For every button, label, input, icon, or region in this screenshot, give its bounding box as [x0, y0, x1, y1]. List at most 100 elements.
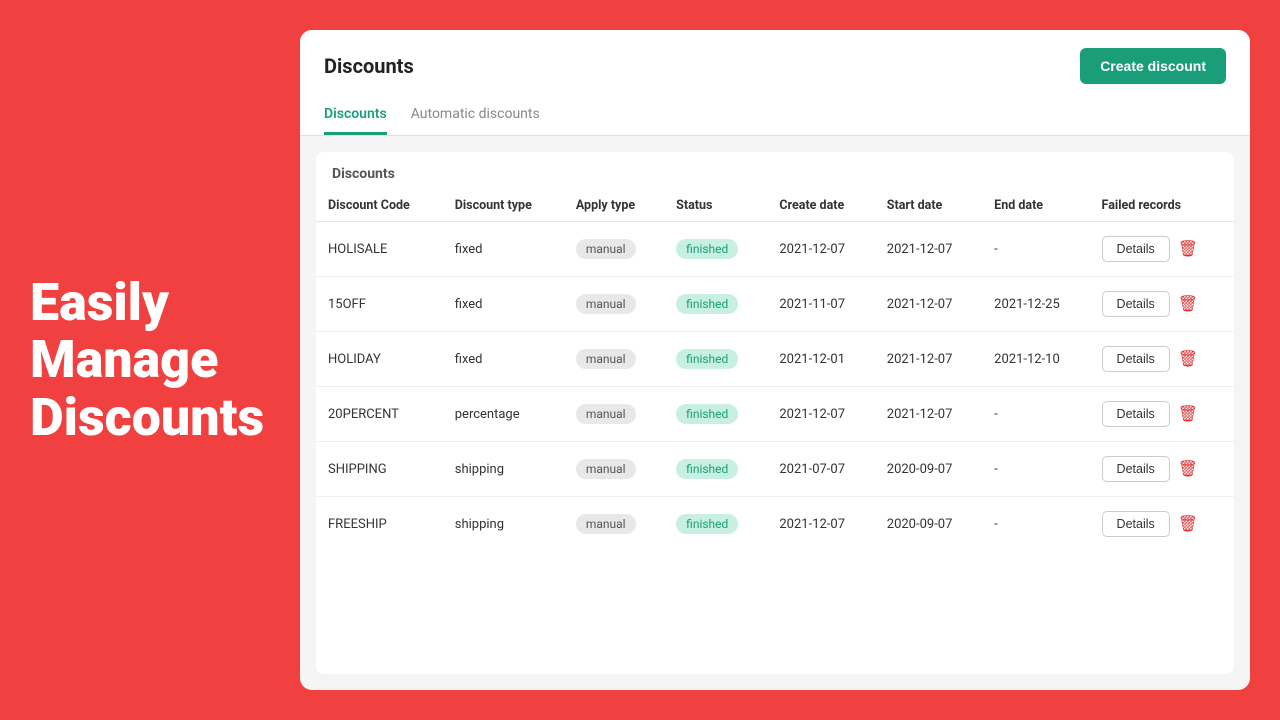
action-cell: Details 🗑 [1102, 511, 1222, 537]
cell-start: 2020-09-07 [875, 442, 982, 497]
apply-badge: manual [576, 294, 636, 314]
col-start: Start date [875, 190, 982, 222]
table-row: 20PERCENT percentage manual finished 202… [316, 387, 1234, 442]
details-button[interactable]: Details [1102, 346, 1170, 372]
tab-discounts[interactable]: Discounts [324, 98, 387, 135]
cell-status: finished [664, 442, 767, 497]
cell-status: finished [664, 387, 767, 442]
cell-actions: Details 🗑 [1090, 222, 1234, 277]
hero-line2: Manage [30, 329, 218, 390]
cell-status: finished [664, 277, 767, 332]
cell-end: - [982, 497, 1089, 552]
status-badge: finished [676, 349, 738, 369]
cell-create: 2021-07-07 [767, 442, 874, 497]
col-status: Status [664, 190, 767, 222]
cell-create: 2021-11-07 [767, 277, 874, 332]
action-cell: Details 🗑 [1102, 346, 1222, 372]
delete-button[interactable]: 🗑 [1178, 514, 1198, 534]
cell-status: finished [664, 497, 767, 552]
cell-status: finished [664, 332, 767, 387]
cell-actions: Details 🗑 [1090, 387, 1234, 442]
cell-type: fixed [443, 277, 564, 332]
status-badge: finished [676, 404, 738, 424]
delete-button[interactable]: 🗑 [1178, 404, 1198, 424]
cell-end: - [982, 442, 1089, 497]
action-cell: Details 🗑 [1102, 291, 1222, 317]
table-body: HOLISALE fixed manual finished 2021-12-0… [316, 222, 1234, 552]
hero-line1: Easily [30, 272, 169, 333]
action-cell: Details 🗑 [1102, 401, 1222, 427]
table-header: Discount Code Discount type Apply type S… [316, 190, 1234, 222]
apply-badge: manual [576, 239, 636, 259]
cell-start: 2021-12-07 [875, 332, 982, 387]
cell-type: fixed [443, 222, 564, 277]
tabs-container: Discounts Automatic discounts [324, 98, 1226, 135]
create-discount-button[interactable]: Create discount [1080, 48, 1226, 84]
cell-create: 2021-12-07 [767, 497, 874, 552]
apply-badge: manual [576, 349, 636, 369]
discounts-table: Discount Code Discount type Apply type S… [316, 190, 1234, 551]
table-row: SHIPPING shipping manual finished 2021-0… [316, 442, 1234, 497]
delete-button[interactable]: 🗑 [1178, 294, 1198, 314]
cell-code: FREESHIP [316, 497, 443, 552]
discounts-panel: Discounts Create discount Discounts Auto… [300, 30, 1250, 690]
cell-apply: manual [564, 277, 664, 332]
delete-button[interactable]: 🗑 [1178, 239, 1198, 259]
panel-title-row: Discounts Create discount [324, 48, 1226, 84]
details-button[interactable]: Details [1102, 236, 1170, 262]
apply-badge: manual [576, 404, 636, 424]
action-cell: Details 🗑 [1102, 456, 1222, 482]
cell-type: percentage [443, 387, 564, 442]
cell-apply: manual [564, 387, 664, 442]
cell-create: 2021-12-07 [767, 222, 874, 277]
cell-actions: Details 🗑 [1090, 332, 1234, 387]
apply-badge: manual [576, 459, 636, 479]
col-failed: Failed records [1090, 190, 1234, 222]
cell-actions: Details 🗑 [1090, 442, 1234, 497]
details-button[interactable]: Details [1102, 511, 1170, 537]
status-badge: finished [676, 459, 738, 479]
table-scroll[interactable]: Discount Code Discount type Apply type S… [316, 190, 1234, 674]
cell-start: 2021-12-07 [875, 277, 982, 332]
table-container: Discounts Discount Code Discount type Ap… [316, 152, 1234, 674]
hero-section: Easily Manage Discounts [0, 244, 300, 476]
cell-end: 2021-12-25 [982, 277, 1089, 332]
panel-header: Discounts Create discount Discounts Auto… [300, 30, 1250, 136]
cell-end: - [982, 387, 1089, 442]
cell-end: 2021-12-10 [982, 332, 1089, 387]
cell-apply: manual [564, 332, 664, 387]
col-apply: Apply type [564, 190, 664, 222]
tab-automatic-discounts[interactable]: Automatic discounts [411, 98, 540, 135]
delete-button[interactable]: 🗑 [1178, 459, 1198, 479]
cell-actions: Details 🗑 [1090, 497, 1234, 552]
table-row: 15OFF fixed manual finished 2021-11-07 2… [316, 277, 1234, 332]
cell-start: 2021-12-07 [875, 222, 982, 277]
cell-create: 2021-12-07 [767, 387, 874, 442]
table-row: HOLIDAY fixed manual finished 2021-12-01… [316, 332, 1234, 387]
cell-code: SHIPPING [316, 442, 443, 497]
cell-create: 2021-12-01 [767, 332, 874, 387]
cell-apply: manual [564, 497, 664, 552]
cell-end: - [982, 222, 1089, 277]
table-section-title: Discounts [316, 152, 1234, 190]
delete-button[interactable]: 🗑 [1178, 349, 1198, 369]
cell-status: finished [664, 222, 767, 277]
cell-start: 2020-09-07 [875, 497, 982, 552]
panel-title: Discounts [324, 54, 414, 78]
details-button[interactable]: Details [1102, 291, 1170, 317]
table-row: FREESHIP shipping manual finished 2021-1… [316, 497, 1234, 552]
col-end: End date [982, 190, 1089, 222]
cell-code: HOLIDAY [316, 332, 443, 387]
details-button[interactable]: Details [1102, 401, 1170, 427]
cell-code: 20PERCENT [316, 387, 443, 442]
col-code: Discount Code [316, 190, 443, 222]
apply-badge: manual [576, 514, 636, 534]
cell-type: shipping [443, 497, 564, 552]
cell-actions: Details 🗑 [1090, 277, 1234, 332]
details-button[interactable]: Details [1102, 456, 1170, 482]
action-cell: Details 🗑 [1102, 236, 1222, 262]
cell-apply: manual [564, 442, 664, 497]
status-badge: finished [676, 294, 738, 314]
status-badge: finished [676, 239, 738, 259]
col-type: Discount type [443, 190, 564, 222]
